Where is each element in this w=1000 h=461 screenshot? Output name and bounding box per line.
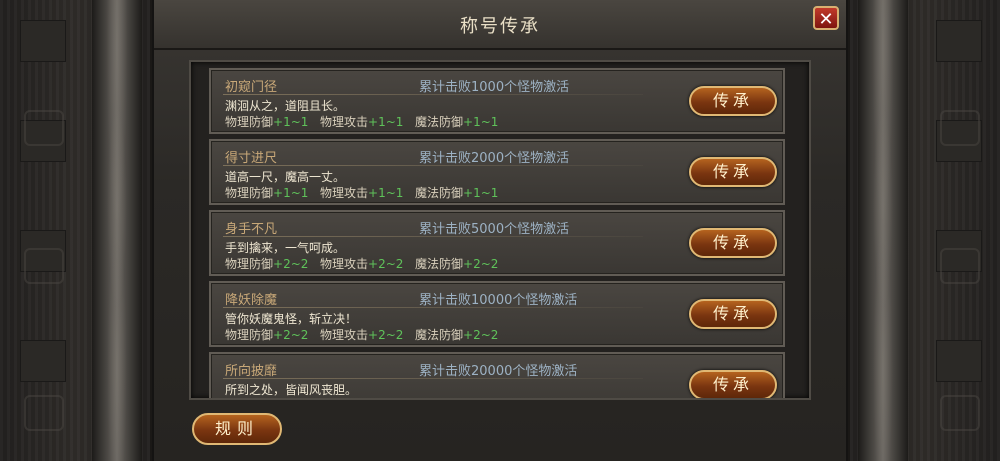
inherit-button[interactable]: 传承	[689, 228, 777, 258]
title-row: 得寸进尺 累计击败2000个怪物激活 道高一尺，魔高一丈。 物理防御+1~1 物…	[209, 139, 785, 205]
wall-rune-icon	[940, 248, 980, 284]
stat-label: 物理攻击	[320, 257, 369, 271]
stat-physical-defense: 物理防御+1~1	[225, 184, 308, 201]
wall-rune-icon	[24, 248, 64, 284]
stat-physical-defense: 物理防御+2~2	[225, 255, 308, 272]
stat-value: +2~2	[273, 257, 309, 271]
title-description: 道高一尺，魔高一丈。	[225, 170, 346, 184]
title-row: 降妖除魔 累计击败10000个怪物激活 管你妖魔鬼怪，斩立决！ 物理防御+2~2…	[209, 281, 785, 347]
stat-physical-defense: 物理防御+2~2	[225, 326, 308, 343]
row-divider	[223, 94, 643, 95]
stat-magic-defense: 魔法防御+1~1	[415, 113, 498, 130]
stat-value: +1~1	[368, 115, 404, 129]
inherit-button[interactable]: 传承	[689, 157, 777, 187]
stat-value: +1~1	[273, 115, 309, 129]
wall-rune-icon	[24, 110, 64, 146]
stat-label: 魔法防御	[415, 186, 464, 200]
carved-pillar-right	[858, 0, 908, 461]
rules-button[interactable]: 规则	[192, 413, 282, 445]
stat-magic-defense: 魔法防御+1~1	[415, 184, 498, 201]
carved-pillar-left	[92, 0, 142, 461]
stat-label: 物理防御	[225, 328, 274, 342]
stat-value: +1~1	[463, 115, 499, 129]
wall-brick	[936, 20, 982, 62]
wall-brick	[20, 340, 66, 382]
stat-label: 魔法防御	[415, 115, 464, 129]
stat-physical-attack: 物理攻击+2~2	[320, 255, 403, 272]
stat-label: 物理攻击	[320, 328, 369, 342]
stat-label: 物理防御	[225, 186, 274, 200]
close-icon: ✕	[818, 9, 834, 30]
stat-label: 魔法防御	[415, 257, 464, 271]
row-divider	[223, 236, 643, 237]
stat-label: 魔法防御	[415, 328, 464, 342]
title-condition: 累计击败10000个怪物激活	[419, 293, 578, 308]
dialog-title: 称号传承	[460, 16, 540, 37]
stat-value: +2~2	[368, 257, 404, 271]
stat-physical-defense: 物理防御+1~1	[225, 113, 308, 130]
wall-brick	[936, 340, 982, 382]
row-divider	[223, 307, 643, 308]
title-row: 所向披靡 累计击败20000个怪物激活 所到之处，皆闻风丧胆。 传承	[209, 352, 785, 398]
title-description: 手到擒来，一气呵成。	[225, 241, 346, 255]
title-description: 所到之处，皆闻风丧胆。	[225, 383, 358, 397]
close-button[interactable]: ✕	[813, 6, 839, 30]
row-divider	[223, 378, 643, 379]
dialog-header: 称号传承 ✕	[154, 0, 846, 50]
title-row: 初窥门径 累计击败1000个怪物激活 渊洄从之，道阻且长。 物理防御+1~1 物…	[209, 68, 785, 134]
stat-value: +2~2	[463, 328, 499, 342]
stat-physical-attack: 物理攻击+2~2	[320, 326, 403, 343]
title-name: 所向披靡	[225, 364, 278, 379]
stat-value: +1~1	[463, 186, 499, 200]
title-condition: 累计击败20000个怪物激活	[419, 364, 578, 379]
title-row: 身手不凡 累计击败5000个怪物激活 手到擒来，一气呵成。 物理防御+2~2 物…	[209, 210, 785, 276]
stat-label: 物理防御	[225, 115, 274, 129]
wall-brick	[20, 20, 66, 62]
stat-value: +1~1	[368, 186, 404, 200]
title-name: 初窥门径	[225, 80, 278, 95]
title-name: 得寸进尺	[225, 151, 278, 166]
stat-value: +2~2	[273, 328, 309, 342]
title-inheritance-dialog: 称号传承 ✕ 初窥门径 累计击败1000个怪物激活 渊洄从之，道阻且长。 物理防…	[152, 0, 848, 461]
title-condition: 累计击败5000个怪物激活	[419, 222, 570, 237]
title-description: 渊洄从之，道阻且长。	[225, 99, 346, 113]
stat-label: 物理攻击	[320, 186, 369, 200]
row-divider	[223, 165, 643, 166]
stat-physical-attack: 物理攻击+1~1	[320, 113, 403, 130]
stat-value: +1~1	[273, 186, 309, 200]
title-condition: 累计击败1000个怪物激活	[419, 80, 570, 95]
title-name: 身手不凡	[225, 222, 278, 237]
stat-physical-attack: 物理攻击+1~1	[320, 184, 403, 201]
inherit-button[interactable]: 传承	[689, 86, 777, 116]
wall-rune-icon	[940, 110, 980, 146]
inherit-button[interactable]: 传承	[689, 299, 777, 329]
inherit-button[interactable]: 传承	[689, 370, 777, 398]
title-list[interactable]: 初窥门径 累计击败1000个怪物激活 渊洄从之，道阻且长。 物理防御+1~1 物…	[189, 60, 811, 400]
title-description: 管你妖魔鬼怪，斩立决！	[225, 312, 358, 326]
stat-magic-defense: 魔法防御+2~2	[415, 255, 498, 272]
stat-magic-defense: 魔法防御+2~2	[415, 326, 498, 343]
wall-rune-icon	[940, 395, 980, 431]
stat-label: 物理防御	[225, 257, 274, 271]
stat-value: +2~2	[463, 257, 499, 271]
stat-value: +2~2	[368, 328, 404, 342]
wall-rune-icon	[24, 395, 64, 431]
title-name: 降妖除魔	[225, 293, 278, 308]
title-condition: 累计击败2000个怪物激活	[419, 151, 570, 166]
stat-label: 物理攻击	[320, 115, 369, 129]
